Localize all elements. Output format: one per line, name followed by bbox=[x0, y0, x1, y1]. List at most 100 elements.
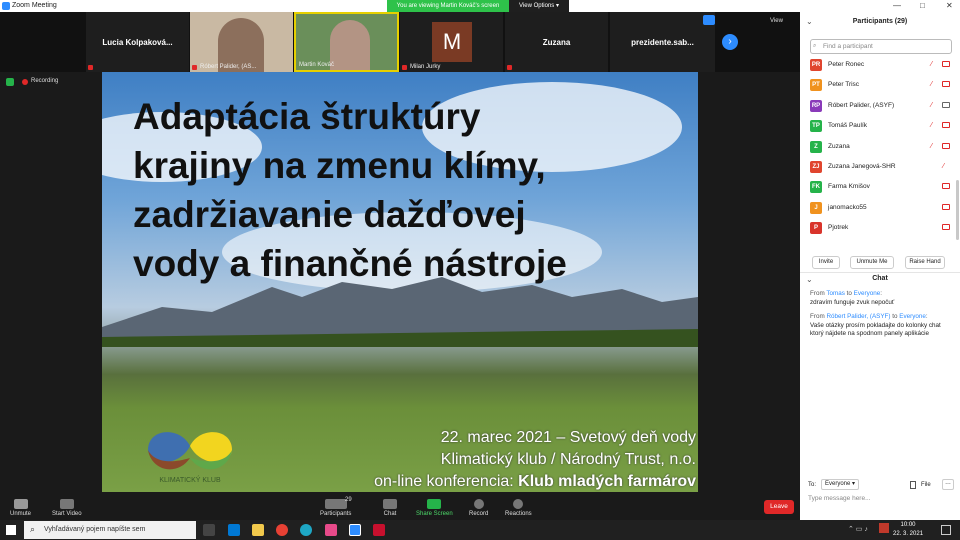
edge-icon[interactable] bbox=[300, 524, 312, 536]
chat-sender[interactable]: Tomas bbox=[826, 290, 845, 297]
windows-start-icon[interactable] bbox=[6, 525, 16, 535]
notifications-icon[interactable] bbox=[941, 525, 951, 535]
video-off-icon bbox=[942, 224, 950, 230]
avatar: RP bbox=[810, 100, 822, 112]
participant-name: Farma Kmišov bbox=[828, 183, 870, 190]
keyboard-language-icon[interactable] bbox=[879, 523, 889, 533]
paint-icon[interactable] bbox=[325, 524, 337, 536]
chat-message-input[interactable]: Type message here... bbox=[808, 495, 871, 502]
record-dot-icon bbox=[22, 79, 28, 85]
clock-date: 22. 3. 2021 bbox=[893, 531, 924, 537]
avatar: ZJ bbox=[810, 161, 822, 173]
more-options-icon[interactable]: … bbox=[942, 479, 954, 490]
file-button[interactable]: File bbox=[921, 482, 931, 488]
search-icon: ⌕ bbox=[813, 43, 817, 49]
reactions-icon bbox=[513, 499, 524, 509]
chat-meta: From Róbert Palider, (ASYF) to Everyone: bbox=[810, 313, 928, 320]
view-options-button[interactable]: View Options ▾ bbox=[509, 0, 569, 12]
gallery-tile[interactable]: Róbert Palider, (AS... bbox=[190, 12, 293, 72]
close-button[interactable]: ✕ bbox=[946, 1, 953, 10]
unmute-button[interactable]: Unmute bbox=[10, 499, 31, 517]
record-icon bbox=[473, 499, 484, 509]
reactions-button[interactable]: Reactions bbox=[505, 499, 532, 517]
participants-label: Participants bbox=[320, 511, 352, 517]
gallery-tile[interactable]: prezidente.sab... bbox=[610, 12, 715, 72]
participant-name: Peter Ronec bbox=[828, 61, 865, 68]
share-screen-button[interactable]: Share Screen bbox=[416, 499, 453, 517]
participant-row[interactable]: PT Peter Trisc ⁄ bbox=[810, 77, 956, 93]
system-tray-icons[interactable]: ⌃ ▭ ♪ bbox=[848, 525, 868, 533]
gallery-tile[interactable]: M Milan Jurky bbox=[400, 12, 503, 72]
start-video-button[interactable]: Start Video bbox=[52, 499, 82, 517]
task-view-icon[interactable] bbox=[203, 524, 215, 536]
gallery-tile-active-speaker[interactable]: Martin Kováč bbox=[294, 12, 399, 72]
video-off-icon bbox=[942, 122, 950, 128]
gallery-options-icon[interactable] bbox=[703, 15, 715, 25]
chat-header: Chat bbox=[872, 275, 888, 282]
panel-scrollbar[interactable] bbox=[956, 180, 959, 240]
invite-button[interactable]: Invite bbox=[812, 256, 840, 269]
zoom-app-icon bbox=[2, 2, 10, 10]
participant-row[interactable]: RP Róbert Palider, (ASYF) ⁄ bbox=[810, 98, 956, 114]
window-title: Zoom Meeting bbox=[12, 2, 57, 9]
participant-row[interactable]: PR Peter Ronec ⁄ bbox=[810, 57, 956, 73]
video-off-icon bbox=[59, 499, 74, 509]
participant-name: Zuzana bbox=[828, 143, 850, 150]
acrobat-icon[interactable] bbox=[373, 524, 385, 536]
outlook-icon[interactable] bbox=[228, 524, 240, 536]
chat-recipient[interactable]: Everyone bbox=[899, 313, 926, 320]
unmute-me-button[interactable]: Unmute Me bbox=[850, 256, 894, 269]
share-screen-label: Share Screen bbox=[416, 511, 453, 517]
klimaticky-klub-logo: KLIMATICKÝ KLUB bbox=[148, 432, 232, 484]
participants-count: 29 bbox=[345, 497, 352, 503]
muted-mic-icon: ⁄ bbox=[931, 81, 933, 88]
raise-hand-button[interactable]: Raise Hand bbox=[905, 256, 945, 269]
view-button[interactable]: View bbox=[770, 18, 783, 24]
taskbar-search-input[interactable]: Vyhľadávaný pojem napíšte sem bbox=[24, 521, 196, 539]
logo-text: KLIMATICKÝ KLUB bbox=[159, 475, 221, 484]
chat-sender[interactable]: Róbert Palider, (ASYF) bbox=[826, 313, 890, 320]
participant-row[interactable]: Jjanomacko55 bbox=[810, 200, 956, 216]
minimize-button[interactable]: — bbox=[893, 1, 901, 10]
viewing-banner: You are viewing Martin Kováč's screen bbox=[387, 0, 509, 12]
avatar: J bbox=[810, 202, 822, 214]
slide-title-line: Adaptácia štruktúry bbox=[133, 96, 481, 137]
video-icon bbox=[942, 102, 950, 108]
muted-mic-icon: ⁄ bbox=[931, 61, 933, 68]
gallery-tile[interactable]: Lucia Kolpaková... bbox=[86, 12, 189, 72]
chat-recipient-select[interactable]: Everyone ▾ bbox=[821, 479, 860, 490]
participant-row[interactable]: ZJ Zuzana Janegová-SHR ⁄ bbox=[810, 159, 956, 175]
zoom-icon[interactable] bbox=[349, 524, 361, 536]
recording-label: Recording bbox=[31, 78, 59, 84]
chat-button[interactable]: Chat bbox=[383, 499, 397, 517]
maximize-button[interactable]: □ bbox=[920, 1, 925, 10]
avatar: PR bbox=[810, 59, 822, 71]
record-button[interactable]: Record bbox=[469, 499, 488, 517]
participant-row[interactable]: P Pjotrek bbox=[810, 220, 956, 236]
muted-mic-icon bbox=[88, 65, 93, 70]
avatar: PT bbox=[810, 79, 822, 91]
next-page-arrow-icon[interactable]: › bbox=[722, 34, 738, 50]
participant-row[interactable]: Z Zuzana ⁄ bbox=[810, 139, 956, 155]
participant-name: prezidente.sab... bbox=[631, 38, 694, 47]
chat-message: Vaše otázky prosím pokladajte do kolonky… bbox=[810, 321, 941, 338]
taskbar-clock[interactable]: 10:00 22. 3. 2021 bbox=[893, 521, 923, 539]
muted-mic-icon: ⁄ bbox=[943, 163, 945, 170]
participant-row[interactable]: FK Farma Kmišov bbox=[810, 179, 956, 195]
slide-footer-text: on-line konferencia: bbox=[374, 473, 519, 490]
participant-name: Róbert Palider, (ASYF) bbox=[828, 102, 895, 109]
chat-log: From Tomas to Everyone: zdravím funguje … bbox=[810, 290, 954, 345]
video-off-icon bbox=[942, 204, 950, 210]
participant-row[interactable]: TP Tomáš Paulík ⁄ bbox=[810, 118, 956, 134]
muted-mic-icon bbox=[507, 65, 512, 70]
chrome-icon[interactable] bbox=[276, 524, 288, 536]
file-explorer-icon[interactable] bbox=[252, 524, 264, 536]
video-off-icon bbox=[942, 61, 950, 67]
chat-recipient[interactable]: Everyone bbox=[854, 290, 881, 297]
participant-search-input[interactable]: Find a participant bbox=[810, 39, 952, 54]
gallery-tile[interactable]: Zuzana bbox=[505, 12, 608, 72]
participant-name: janomacko55 bbox=[828, 204, 867, 211]
muted-mic-icon bbox=[13, 499, 28, 509]
leave-button[interactable]: Leave bbox=[764, 500, 794, 514]
side-panel: ⌄ Participants (29) Find a participant ⌕… bbox=[800, 12, 960, 520]
